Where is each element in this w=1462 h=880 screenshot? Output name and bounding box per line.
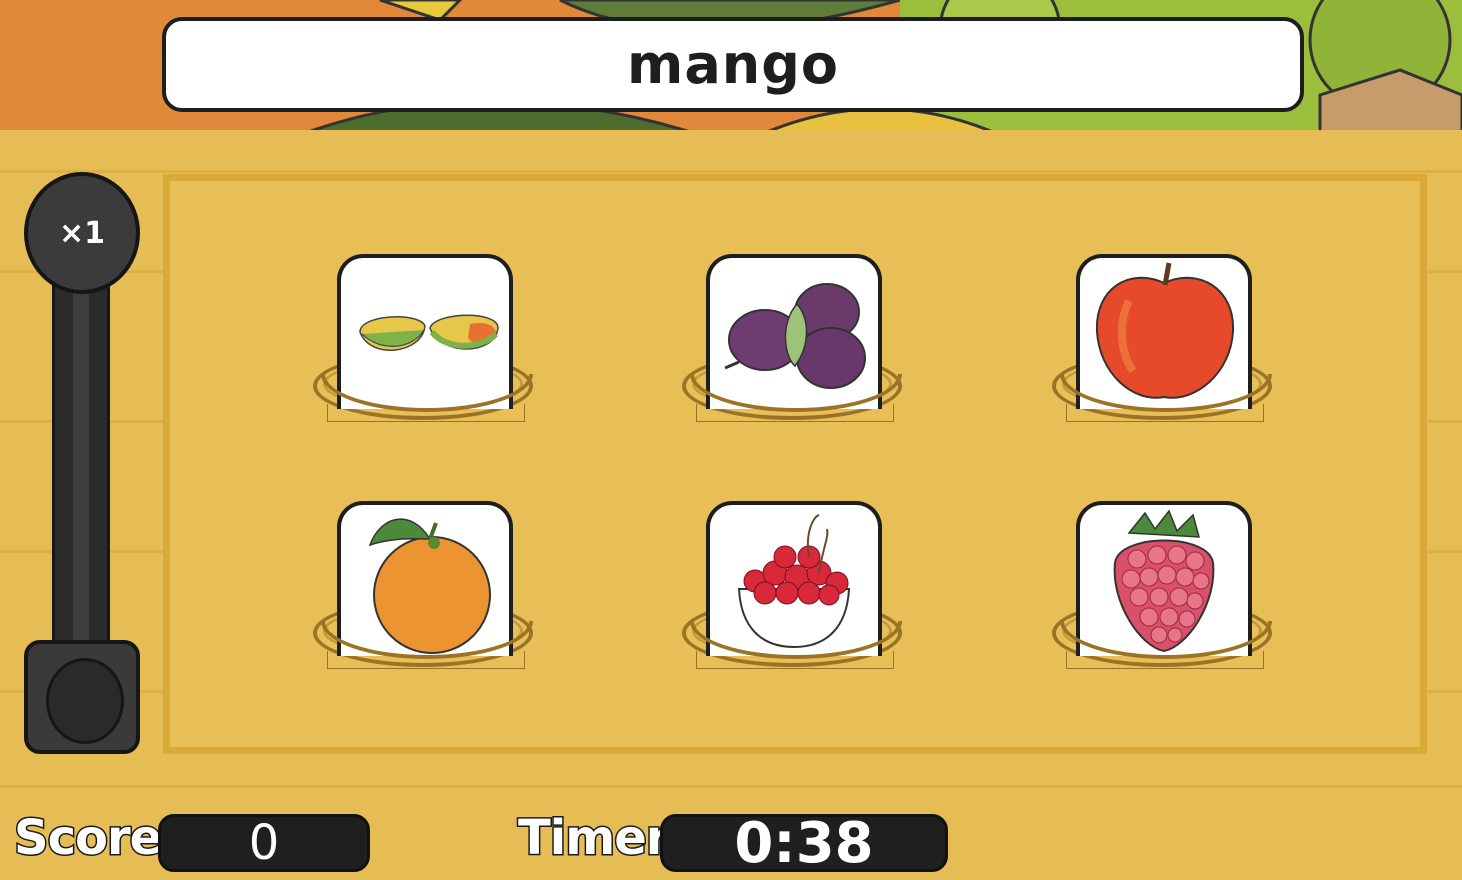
timer-label: Timer bbox=[516, 809, 670, 868]
score-label: Score bbox=[12, 809, 163, 868]
hole-4 bbox=[307, 501, 547, 691]
hole-6 bbox=[1046, 501, 1286, 691]
target-word: mango bbox=[627, 33, 839, 96]
hole-3 bbox=[1046, 254, 1286, 444]
multiplier-handle bbox=[24, 640, 140, 754]
multiplier-label: ×1 bbox=[58, 215, 105, 251]
timer-value: 0:38 bbox=[734, 810, 874, 876]
mango-halves-icon bbox=[359, 314, 499, 351]
multiplier-badge: ×1 bbox=[24, 172, 140, 294]
timer-value-box: 0:38 bbox=[660, 811, 948, 876]
score-value: 0 bbox=[248, 815, 280, 871]
multiplier-slider: ×1 bbox=[24, 172, 140, 756]
hole-2 bbox=[676, 254, 916, 444]
target-word-bar: mango bbox=[162, 17, 1304, 112]
score-value-box: 0 bbox=[158, 814, 370, 872]
hole-1 bbox=[307, 254, 547, 444]
hole-5 bbox=[676, 501, 916, 691]
